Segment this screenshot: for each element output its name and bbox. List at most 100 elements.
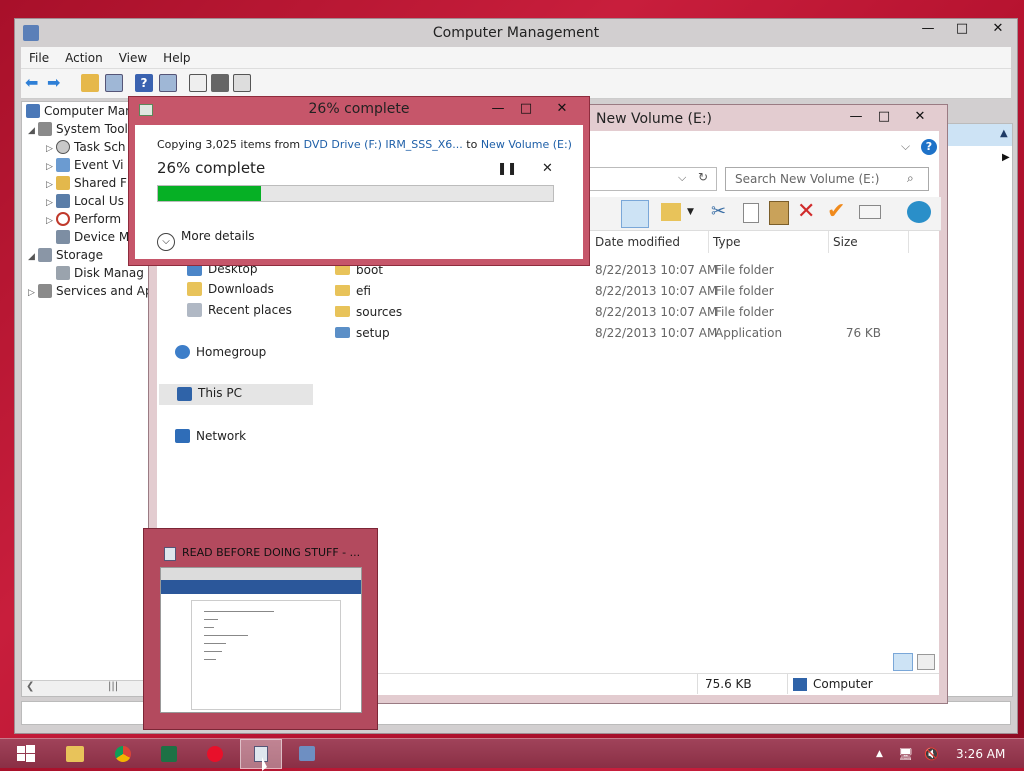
column-header-date[interactable]: Date modified [591,231,709,253]
help-icon[interactable]: ? [921,139,937,155]
collapsed-arrow-icon[interactable]: ▷ [46,212,56,230]
thumb-page [191,600,341,710]
taskbar: ▲ 🖥 🔇 3:26 AM [0,738,1024,771]
tree-item-local-users[interactable]: ▷ Local Us [46,192,124,212]
menu-action[interactable]: Action [57,47,111,69]
chrome-icon [115,746,131,762]
forward-arrow-icon[interactable]: ➡ [47,74,65,92]
maximize-button[interactable]: □ [947,19,977,39]
show-hidden-icons-icon[interactable]: ▲ [876,749,883,759]
dropdown-arrow-icon[interactable]: ▼ [687,207,694,217]
explorer-maximize-button[interactable]: □ [871,107,897,127]
tree-item-performance[interactable]: ▷ Perform [46,210,121,230]
large-icons-view-icon[interactable] [917,654,935,670]
menu-help[interactable]: Help [155,47,198,69]
clock[interactable]: 3:26 AM [956,747,1005,761]
expanded-arrow-icon[interactable]: ◢ [28,122,38,140]
tree-item-disk-management[interactable]: Disk Manag [56,264,144,282]
tree-item-services-applications[interactable]: ▷ Services and Ap [28,282,148,302]
copy-icon[interactable] [743,203,759,223]
file-row-setup[interactable]: setup 8/22/2013 10:07 AM Application 76 … [329,323,909,344]
tree-item-task-scheduler[interactable]: ▷ Task Sch [46,138,126,158]
more-actions-arrow-icon[interactable]: ▶ [1002,152,1010,163]
file-row-sources[interactable]: sources 8/22/2013 10:07 AM File folder [329,302,909,323]
more-details-toggle[interactable]: ⌵ More details [157,229,255,251]
preview-thumbnail[interactable] [160,567,362,713]
taskbar-thumbnail-preview[interactable]: READ BEFORE DOING STUFF - ... [143,528,378,730]
destination-link[interactable]: New Volume (E:) [481,138,572,151]
scroll-thumb-grip-icon[interactable]: ||| [108,681,118,692]
computer-icon [793,678,807,691]
pc-icon [177,387,192,401]
taskbar-file-explorer[interactable] [54,739,96,769]
explorer-minimize-button[interactable]: — [843,107,869,127]
file-explorer-icon [66,746,84,762]
back-arrow-icon[interactable]: ⬅ [25,74,43,92]
details-view-icon[interactable] [893,653,913,671]
network-tray-icon[interactable]: 🖥 [898,747,913,761]
start-button[interactable] [6,739,46,769]
collapse-up-icon[interactable]: ▲ [1000,128,1008,139]
cancel-copy-icon[interactable]: ✕ [542,161,553,176]
export-list-icon[interactable] [233,74,251,92]
preview-pane-icon[interactable] [621,200,649,228]
nav-item-homegroup[interactable]: Homegroup [175,342,266,362]
nav-item-recent-places[interactable]: Recent places [187,300,292,320]
menu-file[interactable]: File [21,47,57,69]
scroll-left-icon[interactable]: ❮ [26,681,34,692]
volume-muted-icon[interactable]: 🔇 [924,747,939,761]
dialog-close-button[interactable]: ✕ [547,99,577,119]
nav-item-network[interactable]: Network [175,426,246,446]
tree-item-system-tools[interactable]: ◢ System Tool [28,120,128,140]
dialog-maximize-button[interactable]: □ [513,99,539,119]
paste-icon[interactable] [769,201,789,225]
explorer-close-button[interactable]: ✕ [905,107,935,127]
copy-progress-bar [157,185,554,202]
tree-item-device-manager[interactable]: Device M [56,228,129,246]
show-hide-tree-icon[interactable] [105,74,123,92]
actions-header: ▲ [946,124,1012,146]
taskbar-chrome[interactable] [102,739,144,769]
delete-icon[interactable]: ✕ [797,199,815,224]
nav-item-this-pc-selected[interactable]: This PC [159,384,313,405]
taskbar-notepad-active[interactable] [240,739,282,769]
expanded-arrow-icon[interactable]: ◢ [28,248,38,266]
help-icon[interactable]: ? [135,74,153,92]
refresh-icon[interactable] [189,74,207,92]
up-folder-icon[interactable] [81,74,99,92]
properties-icon[interactable] [211,74,229,92]
computer-management-icon [299,746,315,761]
tree-item-event-viewer[interactable]: ▷ Event Vi [46,156,123,176]
tree-item-computer-management[interactable]: Computer Mana [26,102,140,120]
search-input[interactable]: Search New Volume (E:) [725,167,929,191]
collapsed-arrow-icon[interactable]: ▷ [28,284,38,302]
taskbar-opera[interactable] [194,739,236,769]
column-header-type[interactable]: Type [709,231,829,253]
source-link[interactable]: DVD Drive (F:) IRM_SSS_X6... [304,138,463,151]
menu-view[interactable]: View [111,47,155,69]
action-pane-icon[interactable] [159,74,177,92]
rename-icon[interactable] [859,205,881,219]
tree-item-storage[interactable]: ◢ Storage [28,246,103,266]
nav-item-downloads[interactable]: Downloads [187,279,274,299]
close-button[interactable]: ✕ [981,19,1015,39]
tree-item-shared-folders[interactable]: ▷ Shared F [46,174,127,194]
dialog-minimize-button[interactable]: — [485,99,511,119]
folder-options-icon[interactable] [661,203,681,221]
taskbar-excel[interactable] [148,739,190,769]
checkmark-icon[interactable]: ✔ [827,199,845,224]
properties-icon[interactable] [907,201,931,223]
search-icon[interactable]: ⌕ [907,171,914,186]
cut-icon[interactable]: ✂ [711,201,726,222]
minimize-button[interactable]: — [913,19,943,39]
address-dropdown-icon[interactable]: ⌵ [678,171,686,185]
ribbon-expand-chevron-icon[interactable]: ⌵ [901,139,910,154]
horizontal-scrollbar[interactable]: ❮ ||| [22,680,148,696]
column-header-size[interactable]: Size [829,231,909,253]
pause-icon[interactable]: ❚❚ [497,161,517,175]
device-manager-icon [56,230,70,244]
taskbar-computer-management[interactable] [286,739,328,769]
address-bar[interactable]: ⌵ ↻ [589,167,717,191]
file-row-efi[interactable]: efi 8/22/2013 10:07 AM File folder [329,281,909,302]
refresh-icon[interactable]: ↻ [698,170,708,184]
